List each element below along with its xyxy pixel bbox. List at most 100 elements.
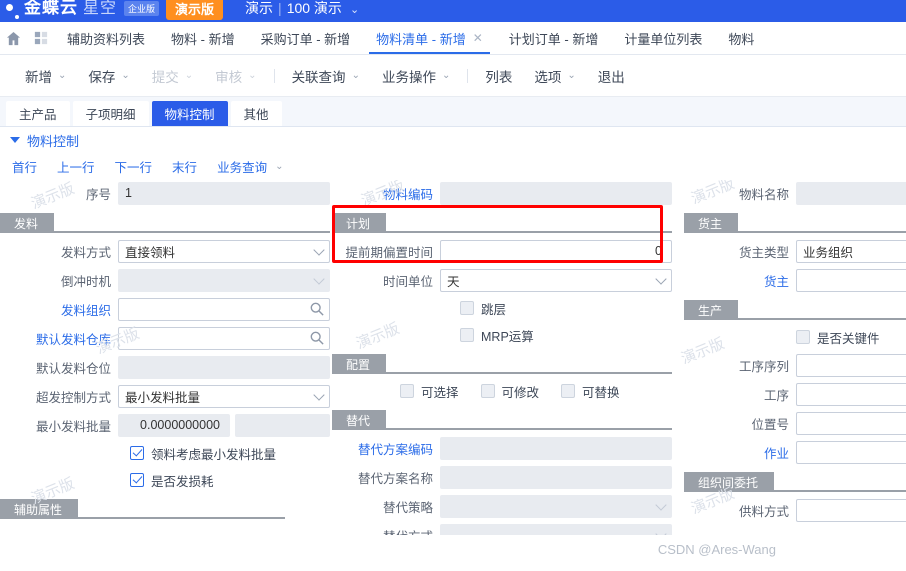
field-issue-org[interactable]: [118, 297, 330, 321]
field-row-seq: 序号: [0, 180, 330, 206]
checkbox-selectable[interactable]: [400, 384, 414, 398]
lead-offset-input[interactable]: [440, 239, 672, 263]
chevron-down-icon[interactable]: ⌄: [58, 70, 66, 81]
checkbox-skip-level[interactable]: [460, 301, 474, 315]
tab-6[interactable]: 物料: [715, 22, 767, 54]
chevron-down-icon[interactable]: ⌄: [352, 70, 360, 81]
sub-tab-bar: 主产品 子项明细 物料控制 其他: [0, 97, 906, 127]
subtab-main-product[interactable]: 主产品: [6, 101, 70, 126]
chevron-down-icon[interactable]: ⌄: [350, 3, 359, 16]
toolbar-save[interactable]: 保存 ⌄: [77, 66, 140, 86]
action-prev-row[interactable]: 上一行: [57, 157, 95, 176]
label-owner[interactable]: 货主: [684, 271, 796, 290]
label-process: 工序: [763, 388, 789, 403]
chevron-down-icon[interactable]: ⌄: [442, 70, 450, 81]
field-process[interactable]: [796, 382, 906, 406]
checkbox-row-loss[interactable]: 是否发损耗: [0, 468, 330, 492]
tab-2[interactable]: 采购订单 - 新增: [248, 22, 364, 54]
account-switcher[interactable]: 演示 | 100 演示 ⌄: [245, 0, 359, 18]
subtab-child-detail[interactable]: 子项明细: [72, 101, 149, 126]
field-over-issue-ctrl[interactable]: [118, 384, 330, 408]
checkbox-replaceable[interactable]: [561, 384, 576, 398]
field-sub-strategy: [440, 494, 672, 518]
section-title: 生产: [684, 300, 739, 320]
field-row-time-unit: 时间单位: [332, 267, 672, 293]
owner-type-select[interactable]: [796, 239, 906, 263]
toolbar-exit[interactable]: 退出: [587, 66, 636, 86]
label-material-code[interactable]: 物料编码: [332, 184, 440, 203]
toolbar-list[interactable]: 列表: [474, 66, 523, 86]
field-time-unit[interactable]: [440, 268, 672, 292]
default-location-input: [118, 355, 330, 379]
action-first-row[interactable]: 首行: [12, 157, 37, 176]
tab-4[interactable]: 计划订单 - 新增: [496, 22, 612, 54]
tab-0[interactable]: 辅助资料列表: [54, 22, 158, 54]
tab-1[interactable]: 物料 - 新增: [158, 22, 248, 54]
checkbox-label: MRP运算: [481, 329, 534, 344]
field-operation[interactable]: [796, 440, 906, 464]
time-unit-select[interactable]: [440, 268, 672, 292]
checkbox-row-key-part[interactable]: 是否关键件: [684, 325, 906, 349]
checkbox-modifiable[interactable]: [480, 384, 495, 398]
toolbar-divider-2: [467, 68, 469, 83]
tab-label: 采购订单 - 新增: [260, 31, 351, 47]
over-issue-ctrl-select[interactable]: [118, 384, 330, 408]
checkbox-mrp[interactable]: [460, 328, 474, 342]
issue-org-input[interactable]: [118, 297, 330, 321]
toolbar-new[interactable]: 新增 ⌄: [14, 66, 77, 86]
demo-badge: 演示版: [166, 0, 224, 20]
field-process-seq[interactable]: [796, 353, 906, 377]
toolbar-business-ops[interactable]: 业务操作 ⌄: [371, 66, 461, 86]
field-lead-offset[interactable]: [440, 239, 672, 263]
field-default-warehouse[interactable]: [118, 326, 330, 350]
panel-header[interactable]: 物料控制: [0, 127, 906, 153]
checkbox-min-batch[interactable]: [130, 446, 144, 460]
action-business-query[interactable]: 业务查询: [217, 157, 267, 176]
toolbar-options[interactable]: 选项 ⌄: [523, 66, 586, 86]
supply-mode-input[interactable]: [796, 498, 906, 522]
action-next-row[interactable]: 下一行: [115, 157, 153, 176]
position-no-input[interactable]: [796, 411, 906, 435]
toolbar-related-query[interactable]: 关联查询 ⌄: [281, 66, 371, 86]
owner-input[interactable]: [796, 268, 906, 292]
operation-input[interactable]: [796, 440, 906, 464]
label-issue-org[interactable]: 发料组织: [0, 300, 118, 319]
default-warehouse-input[interactable]: [118, 326, 330, 350]
caret-down-icon[interactable]: [10, 137, 20, 143]
tab-3-active[interactable]: 物料清单 - 新增 ✕: [363, 22, 496, 54]
action-last-row[interactable]: 末行: [172, 157, 197, 176]
process-input[interactable]: [796, 382, 906, 406]
field-row-owner: 货主: [684, 267, 906, 293]
toolbar-label: 关联查询: [291, 69, 346, 85]
chevron-down-icon[interactable]: ⌄: [121, 70, 129, 81]
field-issue-mode[interactable]: [118, 239, 330, 263]
home-icon[interactable]: [0, 22, 27, 54]
field-row-material-code: 物料编码: [332, 180, 672, 206]
subtab-material-control[interactable]: 物料控制: [151, 101, 228, 126]
process-seq-input[interactable]: [796, 353, 906, 377]
checkbox-row-mrp[interactable]: MRP运算: [332, 323, 672, 347]
grid-icon[interactable]: [27, 22, 54, 54]
checkbox-key-part[interactable]: [796, 330, 810, 344]
issue-mode-select[interactable]: [118, 239, 330, 263]
field-supply-mode[interactable]: [796, 498, 906, 522]
chevron-down-icon[interactable]: ⌄: [275, 161, 283, 172]
label-operation[interactable]: 作业: [684, 443, 796, 462]
field-backflush-time: [118, 268, 330, 292]
close-icon[interactable]: ✕: [473, 31, 483, 45]
checkbox-row-min-batch[interactable]: 领料考虑最小发料批量: [0, 441, 330, 465]
field-position-no[interactable]: [796, 411, 906, 435]
search-icon[interactable]: [310, 331, 324, 345]
material-control-form: 演示版 演示版 演示版 演示版 演示版 演示版 演示版 演示版 序号 发料 发料…: [0, 180, 906, 535]
label-sub-code[interactable]: 替代方案编码: [332, 439, 440, 458]
checkbox-row-skip[interactable]: 跳层: [332, 296, 672, 320]
chevron-down-icon[interactable]: ⌄: [567, 70, 575, 81]
toolbar-divider: [273, 68, 275, 83]
field-owner-type[interactable]: [796, 239, 906, 263]
checkbox-loss[interactable]: [130, 473, 144, 487]
subtab-other[interactable]: 其他: [230, 101, 282, 126]
tab-5[interactable]: 计量单位列表: [611, 22, 715, 54]
field-owner[interactable]: [796, 268, 906, 292]
label-default-warehouse[interactable]: 默认发料仓库: [0, 329, 118, 348]
search-icon[interactable]: [310, 302, 324, 316]
